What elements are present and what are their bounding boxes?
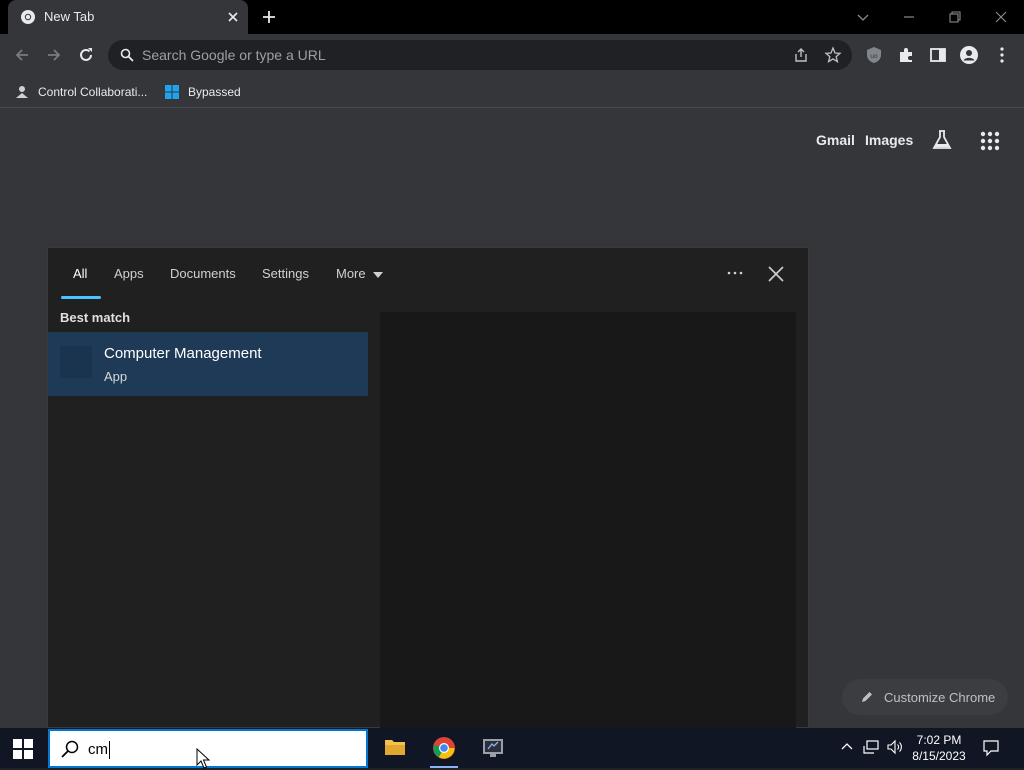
show-hidden-icons-icon[interactable] <box>838 738 856 756</box>
bookmark-bypassed[interactable]: Bypassed <box>164 82 241 102</box>
side-panel-icon[interactable] <box>928 45 948 65</box>
mouse-pointer-icon <box>196 748 210 769</box>
active-tab-indicator <box>61 296 101 299</box>
search-icon <box>120 48 134 62</box>
text-caret <box>109 741 110 759</box>
back-icon[interactable] <box>12 45 32 65</box>
taskbar-chrome[interactable] <box>424 728 464 768</box>
chrome-menu-icon[interactable] <box>992 45 1012 65</box>
chrome-icon <box>433 737 455 759</box>
clock-time: 7:02 PM <box>916 733 962 747</box>
network-icon[interactable] <box>862 738 880 756</box>
clock-date: 8/15/2023 <box>912 749 966 763</box>
more-options-icon[interactable] <box>724 262 746 284</box>
tab-more[interactable]: More <box>336 266 366 281</box>
taskbar: cm 7:02 PM 8/15/2023 <box>0 728 1024 769</box>
google-apps-icon[interactable] <box>979 130 1001 152</box>
result-type: App <box>104 369 128 384</box>
bookmark-star-icon[interactable] <box>824 46 842 64</box>
taskbar-file-explorer[interactable] <box>375 728 415 768</box>
omnibox-placeholder: Search Google or type a URL <box>142 47 326 63</box>
taskbar-search-box[interactable]: cm <box>48 729 368 769</box>
labs-flask-icon[interactable] <box>930 128 954 152</box>
notifications-icon[interactable] <box>982 739 1000 757</box>
chrome-icon <box>21 10 35 24</box>
forward-icon[interactable] <box>44 45 64 65</box>
folder-icon <box>385 740 405 755</box>
browser-tab[interactable]: New Tab <box>8 0 248 34</box>
browser-toolbar: Search Google or type a URL uo <box>0 34 1024 76</box>
close-tab-icon[interactable] <box>224 8 242 26</box>
tab-documents[interactable]: Documents <box>170 266 236 281</box>
gmail-link[interactable]: Gmail <box>816 132 855 148</box>
result-name: Computer Management <box>104 345 262 362</box>
search-icon <box>61 740 79 758</box>
browser-titlebar: New Tab <box>0 0 1024 34</box>
profile-avatar-icon[interactable] <box>959 45 979 65</box>
close-icon[interactable] <box>766 264 786 284</box>
best-match-result[interactable]: Computer Management App <box>48 332 368 396</box>
bookmark-label: Bypassed <box>188 85 241 99</box>
tab-title: New Tab <box>44 9 95 24</box>
windows-logo-icon <box>165 85 179 99</box>
restore-icon[interactable] <box>946 8 964 26</box>
collaboration-icon <box>16 86 28 98</box>
svg-text:uo: uo <box>870 53 878 60</box>
tab-settings[interactable]: Settings <box>262 266 309 281</box>
extensions-puzzle-icon[interactable] <box>896 45 916 65</box>
tab-all[interactable]: All <box>73 266 87 281</box>
reload-icon[interactable] <box>76 45 96 65</box>
pencil-icon <box>862 692 872 702</box>
computer-management-icon <box>483 739 503 757</box>
start-search-panel: All Apps Documents Settings More Best ma… <box>47 247 809 729</box>
images-link[interactable]: Images <box>865 132 913 148</box>
share-icon[interactable] <box>792 46 810 64</box>
windows-start-icon[interactable] <box>12 738 34 760</box>
new-tab-icon[interactable] <box>260 8 278 26</box>
taskbar-clock[interactable]: 7:02 PM 8/15/2023 <box>904 732 974 764</box>
close-window-icon[interactable] <box>992 8 1010 26</box>
search-input-value: cm <box>88 741 108 758</box>
taskbar-computer-management[interactable] <box>473 728 513 768</box>
bookmark-label: Control Collaborati... <box>38 85 148 99</box>
computer-management-icon <box>60 346 92 378</box>
minimize-icon[interactable] <box>900 8 918 26</box>
omnibox[interactable]: Search Google or type a URL <box>108 40 852 70</box>
tab-apps[interactable]: Apps <box>114 266 144 281</box>
result-preview-pane <box>380 312 796 729</box>
chevron-down-icon[interactable] <box>373 272 383 278</box>
customize-chrome-button[interactable]: Customize Chrome <box>842 679 1008 715</box>
search-filter-tabs: All Apps Documents Settings More <box>48 248 808 300</box>
customize-chrome-label: Customize Chrome <box>884 689 996 705</box>
ublock-shield-icon[interactable]: uo <box>864 45 884 65</box>
bookmarks-bar: Control Collaborati... Bypassed <box>0 76 1024 108</box>
volume-icon[interactable] <box>886 738 904 756</box>
bookmark-control-collaboration[interactable]: Control Collaborati... <box>14 82 147 102</box>
best-match-heading: Best match <box>60 310 131 325</box>
tab-search-icon[interactable] <box>854 8 872 26</box>
